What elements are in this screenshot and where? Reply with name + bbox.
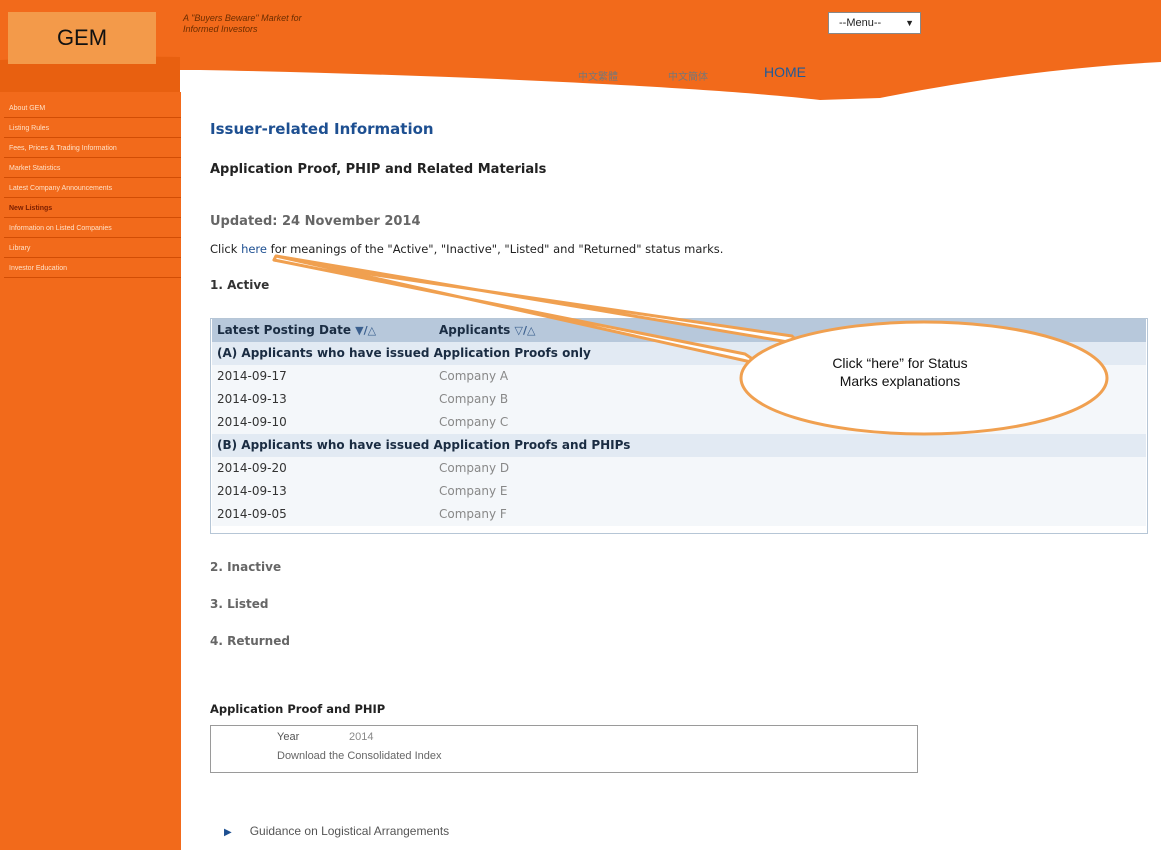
callout-text: Click “here” for Status Marks explanatio… (790, 354, 1010, 390)
callout-line2: Marks explanations (839, 373, 961, 389)
callout-pointer-inner (272, 254, 762, 366)
callout-line1: Click “here” for Status (832, 355, 968, 371)
callout-annotation (272, 254, 1109, 436)
callout-pointer (272, 254, 802, 346)
